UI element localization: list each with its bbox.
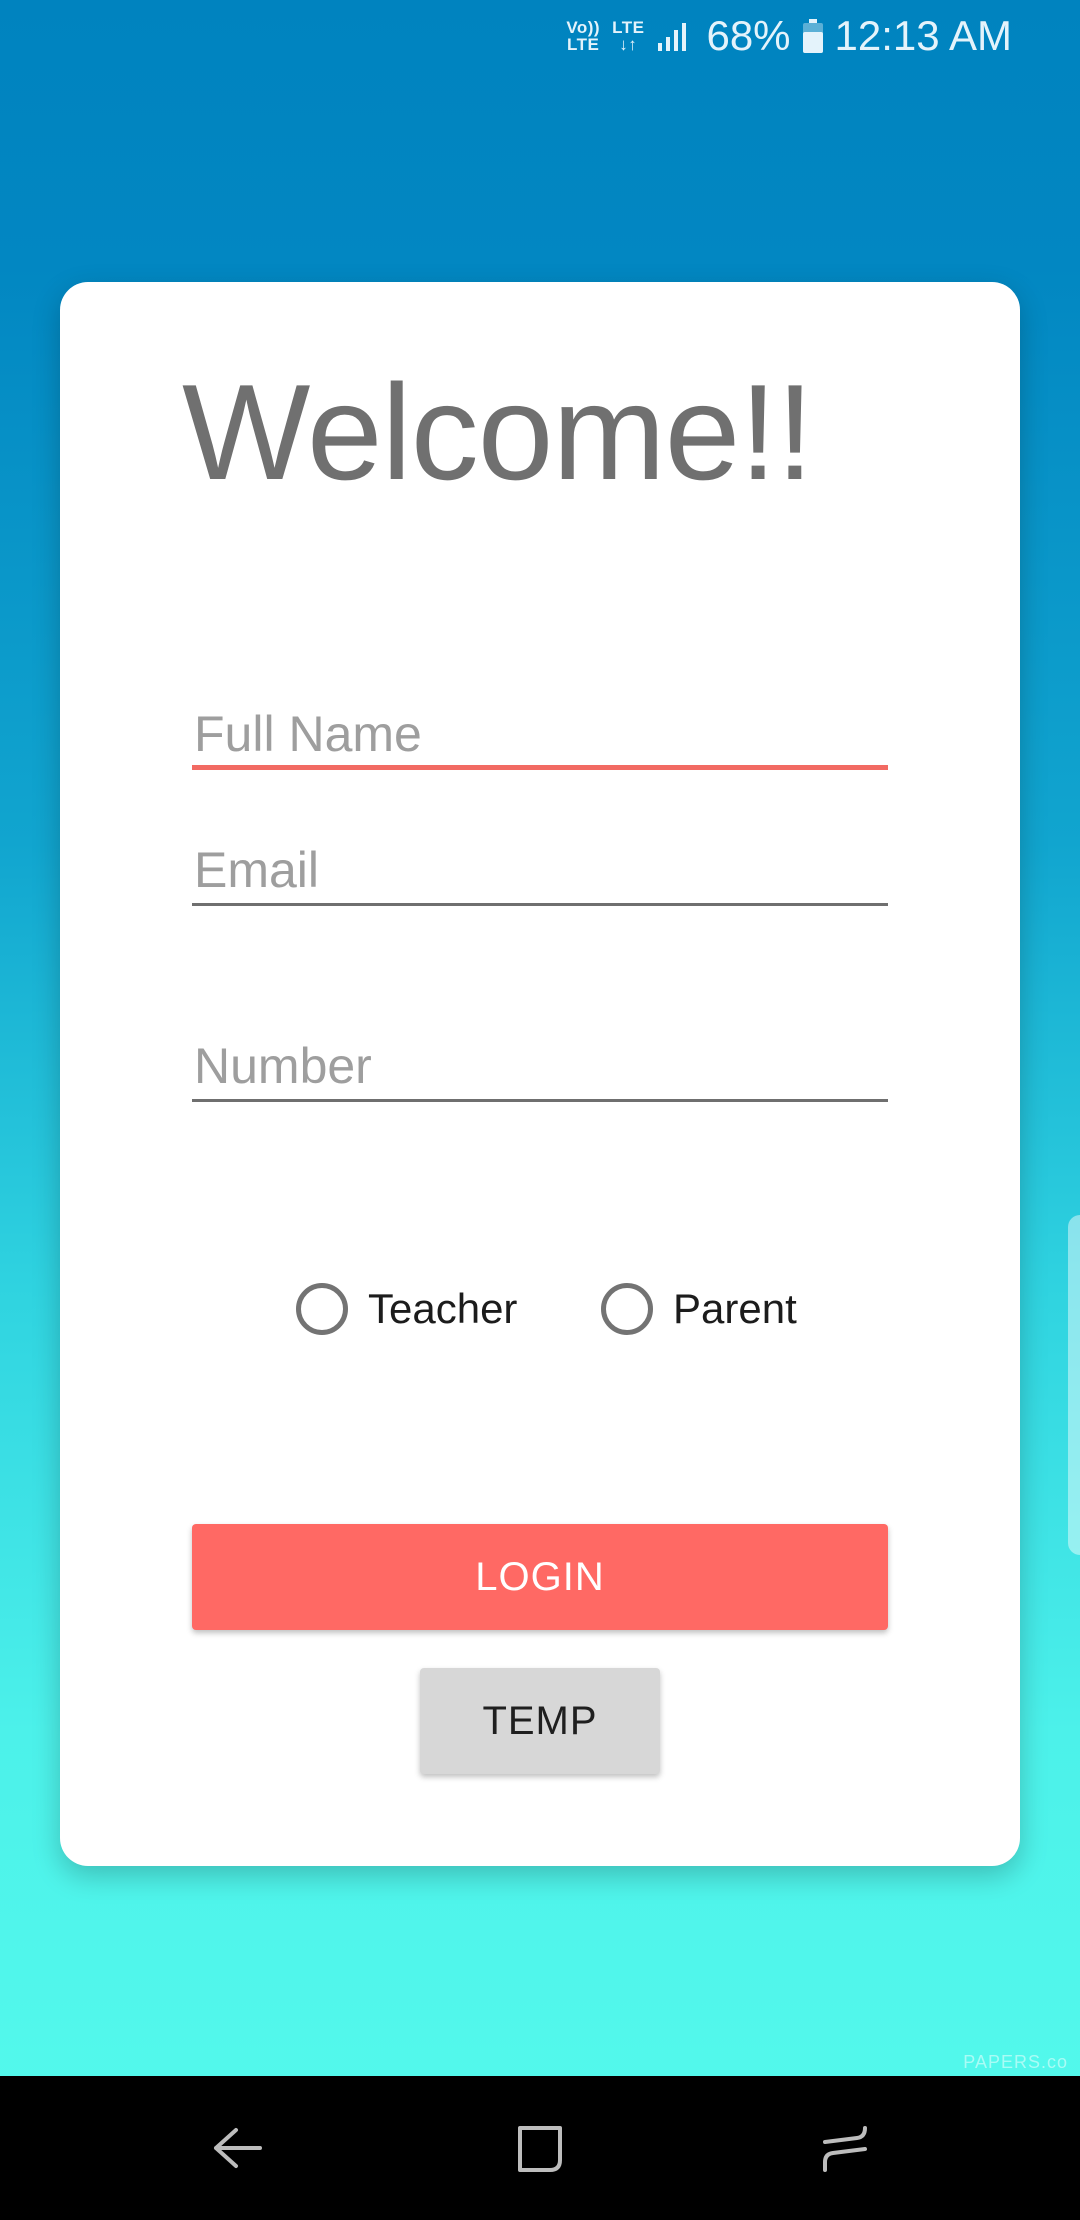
temp-button[interactable]: TEMP [420,1668,660,1774]
full-name-underline [192,765,888,770]
email-underline [192,903,888,906]
parent-radio-label: Parent [673,1285,797,1332]
email-input[interactable] [192,838,888,902]
role-radio-group: Teacher Parent [60,1277,1020,1341]
teacher-radio-label: Teacher [368,1285,518,1332]
recents-icon [823,2126,867,2172]
lte-arrows: ↓↑ [619,35,638,54]
volte-icon: Vo)) LTE [566,19,600,53]
parent-radio-circle[interactable] [601,1283,653,1335]
edge-panel-handle[interactable] [1068,1215,1080,1555]
battery-percent: 68% [706,12,791,59]
home-button[interactable] [500,2108,580,2188]
watermark: PAPERS.co [963,2052,1068,2072]
teacher-radio-circle[interactable] [296,1283,348,1335]
recents-button[interactable] [803,2108,883,2188]
login-button[interactable]: LOGIN [192,1524,888,1630]
status-bar: Vo)) LTE LTE ↓↑ 68% 12:13 AM [0,0,1080,72]
volte-bottom-label: LTE [567,35,600,54]
lte-data-icon: LTE ↓↑ [612,19,644,53]
number-field[interactable] [192,1034,888,1102]
welcome-title: Welcome!! [182,356,814,508]
back-icon [214,2128,262,2168]
number-input[interactable] [192,1034,888,1098]
teacher-radio[interactable]: Teacher [296,1277,517,1341]
volte-top-label: Vo)) [566,18,601,37]
clock: 12:13 AM [834,12,1012,59]
lte-label: LTE [612,18,645,37]
login-card: Welcome!! Teacher Parent LOGIN TEMP [60,282,1020,1866]
battery-icon [802,19,823,53]
signal-strength-icon [658,23,687,51]
navigation-bar [0,2076,1080,2220]
number-underline [192,1099,888,1102]
home-icon [518,2126,562,2172]
full-name-input[interactable] [192,702,888,766]
full-name-field[interactable] [192,702,888,770]
back-button[interactable] [198,2108,278,2188]
email-field[interactable] [192,838,888,906]
parent-radio[interactable]: Parent [601,1277,797,1341]
status-icons: Vo)) LTE LTE ↓↑ 68% 12:13 AM [566,10,1012,62]
